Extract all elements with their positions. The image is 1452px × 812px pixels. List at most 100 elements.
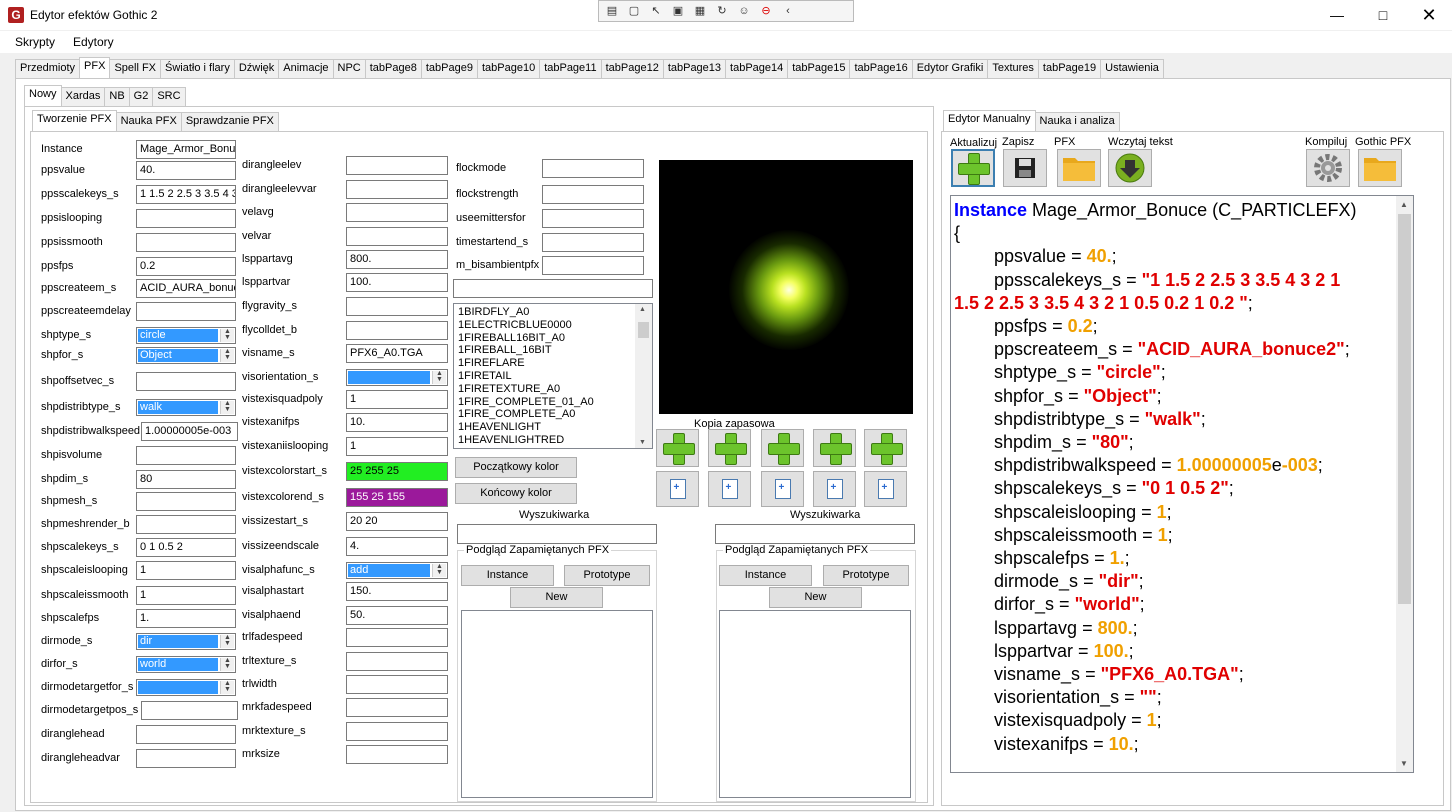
m-bisambientpfx-field[interactable]	[542, 256, 644, 275]
save-button[interactable]	[1003, 149, 1047, 187]
tab-ustawienia[interactable]: Ustawienia	[1100, 59, 1164, 78]
ppsissmooth-field[interactable]	[136, 233, 236, 252]
start-color-button[interactable]: Początkowy kolor	[455, 457, 577, 478]
shptype-s-dropdown[interactable]: circle ▲ ▼	[136, 327, 236, 344]
accessibility-icon[interactable]: ☺	[735, 3, 753, 19]
tab-spell-fx[interactable]: Spell FX	[109, 59, 162, 78]
menu-edytory[interactable]: Edytory	[73, 35, 114, 49]
lsppartavg-field[interactable]: 800.	[346, 250, 448, 269]
pfx-folder-button[interactable]	[1057, 149, 1101, 187]
list-item[interactable]: 1FIRE_COMPLETE_01_A0	[454, 396, 652, 409]
dirangleh-ead-field[interactable]	[136, 725, 236, 744]
tab-npc[interactable]: NPC	[332, 59, 366, 78]
shpmesh-s-field[interactable]	[136, 492, 236, 511]
editor-scrollbar[interactable]: ▲ ▼	[1396, 196, 1413, 772]
search-input-left[interactable]	[457, 524, 657, 544]
shpscalefps-field[interactable]: 1.	[136, 609, 236, 628]
trlwidth-field[interactable]	[346, 675, 448, 694]
close-icon[interactable]: ✕	[1406, 0, 1452, 30]
tab-pfx[interactable]: PFX	[79, 57, 111, 78]
backup-doc-button-1[interactable]	[656, 471, 699, 507]
dirangleelev-field[interactable]	[346, 156, 448, 175]
menu-skrypty[interactable]: Skrypty	[15, 35, 55, 49]
frame-icon[interactable]: ▣	[669, 3, 687, 19]
vissizestart-s-field[interactable]: 20 20	[346, 512, 448, 531]
search-input-right[interactable]	[715, 524, 915, 544]
tab-wiat-o-i-flary[interactable]: Światło i flary	[160, 59, 235, 78]
prototype-button-right[interactable]: Prototype	[823, 565, 909, 586]
instance-button-left[interactable]: Instance	[461, 565, 554, 586]
visname-s-field[interactable]: PFX6_A0.TGA	[346, 344, 448, 363]
tab-tabpage8[interactable]: tabPage8	[364, 59, 422, 78]
collapse-icon[interactable]: ‹	[779, 3, 797, 19]
tab-tabpage16[interactable]: tabPage16	[849, 59, 913, 78]
list-item[interactable]: 1BIRDFLY_A0	[454, 306, 652, 319]
backup-add-button-3[interactable]	[761, 429, 804, 467]
pfx-list-scrollbar[interactable]: ▲ ▼	[635, 304, 652, 448]
timestartend-s-field[interactable]	[542, 233, 644, 252]
ppsislooping-field[interactable]	[136, 209, 236, 228]
backup-add-button-1[interactable]	[656, 429, 699, 467]
tab-sprawdzanie-pfx[interactable]: Sprawdzanie PFX	[180, 112, 279, 131]
trlfadespeed-field[interactable]	[346, 628, 448, 647]
shpfor-s-dropdown[interactable]: Object ▲ ▼	[136, 347, 236, 364]
pointer-icon[interactable]: ↖	[647, 3, 665, 19]
script-editor[interactable]: Instance Mage_Armor_Bonuce (C_PARTICLEFX…	[950, 195, 1414, 773]
shpoffsetvec-s-field[interactable]	[136, 372, 236, 391]
tab-tabpage11[interactable]: tabPage11	[539, 59, 602, 78]
layout-icon[interactable]: ▦	[691, 3, 709, 19]
velvar-field[interactable]	[346, 227, 448, 246]
tab-tabpage9[interactable]: tabPage9	[420, 59, 478, 78]
tab-tabpage15[interactable]: tabPage15	[787, 59, 851, 78]
new-button-right[interactable]: New	[769, 587, 862, 608]
tab-tabpage14[interactable]: tabPage14	[725, 59, 789, 78]
tab-przedmioty[interactable]: Przedmioty	[15, 59, 81, 78]
dirangleelevvar-field[interactable]	[346, 180, 448, 199]
shpmeshrender-b-field[interactable]	[136, 515, 236, 534]
ppscreateem-s-field[interactable]: ACID_AURA_bonuc	[136, 279, 236, 298]
hot-reload-icon[interactable]: ↻	[713, 3, 731, 19]
list-item[interactable]: 1FIREBALL_16BIT	[454, 344, 652, 357]
tab-tabpage12[interactable]: tabPage12	[600, 59, 664, 78]
ppsscalekeys-s-field[interactable]: 1 1.5 2 2.5 3 3.5 4 3	[136, 185, 236, 204]
dirmodetargetfor-s-dropdown[interactable]: ▲ ▼	[136, 679, 236, 696]
shpscaleislooping-field[interactable]: 1	[136, 561, 236, 580]
update-button[interactable]	[951, 149, 995, 187]
select-element-icon[interactable]: ▤	[603, 3, 621, 19]
tab-edytor-grafiki[interactable]: Edytor Grafiki	[911, 59, 989, 78]
ppscreateemdelay-field[interactable]	[136, 302, 236, 321]
mrkfadespeed-field[interactable]	[346, 698, 448, 717]
backup-doc-button-3[interactable]	[761, 471, 804, 507]
tab-edytor-manualny[interactable]: Edytor Manualny	[943, 110, 1036, 131]
tab-nauka-i-analiza[interactable]: Nauka i analiza	[1034, 112, 1120, 131]
tab-tabpage10[interactable]: tabPage10	[476, 59, 541, 78]
instance-field[interactable]: Mage_Armor_Bonuc	[136, 140, 236, 159]
gothic-pfx-button[interactable]	[1358, 149, 1402, 187]
velavg-field[interactable]	[346, 203, 448, 222]
tab-nb[interactable]: NB	[104, 87, 130, 106]
trltexture-s-field[interactable]	[346, 652, 448, 671]
list-item[interactable]: 1HEAVENLIGHT	[454, 421, 652, 434]
tab-tworzenie-pfx[interactable]: Tworzenie PFX	[32, 110, 117, 131]
dirangleheadvar-field[interactable]	[136, 749, 236, 768]
flycolldet-b-field[interactable]	[346, 321, 448, 340]
tab-g2[interactable]: G2	[128, 87, 154, 106]
vistexaniislooping-field[interactable]: 1	[346, 437, 448, 456]
dirmode-s-dropdown[interactable]: dir ▲ ▼	[136, 633, 236, 650]
backup-add-button-4[interactable]	[813, 429, 856, 467]
mrktexture-s-field[interactable]	[346, 722, 448, 741]
tab-animacje[interactable]: Animacje	[278, 59, 334, 78]
saved-pfx-list-left[interactable]	[461, 610, 653, 798]
ppsvalue-field[interactable]: 40.	[136, 161, 236, 180]
backup-add-button-2[interactable]	[708, 429, 751, 467]
dirmodetargetpos-s-field[interactable]	[141, 701, 238, 720]
shpscaleissmooth-field[interactable]: 1	[136, 586, 236, 605]
maximize-icon[interactable]: □	[1360, 0, 1406, 30]
vistexanifps-field[interactable]: 10.	[346, 413, 448, 432]
ppsfps-field[interactable]: 0.2	[136, 257, 236, 276]
instance-button-right[interactable]: Instance	[719, 565, 812, 586]
saved-pfx-list-right[interactable]	[719, 610, 911, 798]
tab-nowy[interactable]: Nowy	[24, 85, 62, 106]
pfx-search-top[interactable]	[453, 279, 653, 298]
load-text-button[interactable]	[1108, 149, 1152, 187]
